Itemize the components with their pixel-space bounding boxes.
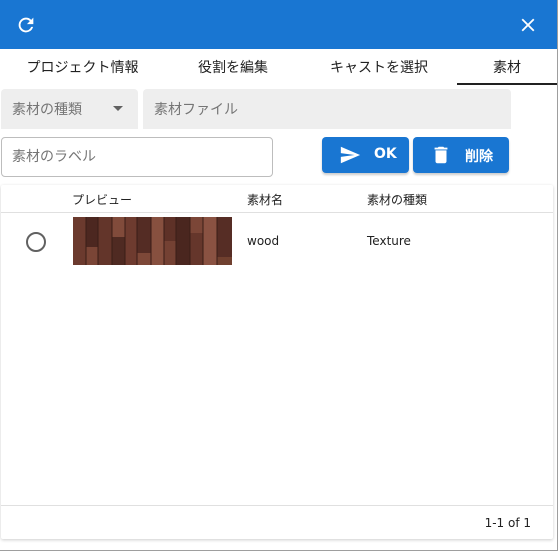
row-select-radio[interactable] bbox=[26, 232, 46, 252]
ok-button[interactable]: OK bbox=[322, 137, 409, 173]
dropdown-arrow-icon bbox=[113, 106, 123, 111]
tab-select-cast[interactable]: キャストを選択 bbox=[301, 49, 457, 85]
table-row[interactable]: wood Texture bbox=[1, 213, 553, 269]
wood-texture-thumbnail bbox=[73, 217, 232, 265]
tab-edit-roles[interactable]: 役割を編集 bbox=[165, 49, 301, 85]
tab-label: 素材 bbox=[493, 60, 521, 76]
material-type-cell: Texture bbox=[367, 234, 411, 248]
tab-project-info[interactable]: プロジェクト情報 bbox=[0, 49, 165, 85]
delete-button[interactable]: 削除 bbox=[413, 137, 509, 173]
column-header-preview[interactable]: プレビュー bbox=[72, 191, 132, 208]
tab-label: 役割を編集 bbox=[198, 60, 268, 76]
delete-button-label: 削除 bbox=[465, 149, 493, 165]
tab-bar: プロジェクト情報 役割を編集 キャストを選択 素材 bbox=[0, 49, 557, 85]
close-button[interactable] bbox=[513, 10, 543, 40]
pagination-text: 1-1 of 1 bbox=[484, 516, 531, 530]
table-header: プレビュー 素材名 素材の種類 bbox=[1, 185, 553, 213]
tab-label: プロジェクト情報 bbox=[26, 60, 139, 76]
materials-table: プレビュー 素材名 素材の種類 wood Texture 1-1 of 1 bbox=[1, 185, 553, 539]
material-name-cell: wood bbox=[247, 234, 280, 248]
table-footer: 1-1 of 1 bbox=[1, 505, 553, 539]
tab-label: キャストを選択 bbox=[330, 60, 428, 76]
tab-materials[interactable]: 素材 bbox=[457, 49, 557, 85]
send-icon bbox=[340, 146, 361, 164]
ok-button-label: OK bbox=[374, 146, 397, 162]
refresh-icon bbox=[18, 17, 34, 33]
column-header-type[interactable]: 素材の種類 bbox=[367, 191, 427, 208]
material-type-select[interactable]: 素材の種類 bbox=[1, 89, 138, 129]
material-file-placeholder: 素材ファイル bbox=[154, 102, 238, 118]
material-label-input[interactable] bbox=[1, 137, 273, 177]
material-type-placeholder: 素材の種類 bbox=[12, 102, 82, 118]
trash-icon bbox=[434, 146, 448, 164]
title-bar bbox=[0, 0, 557, 49]
dialog: プロジェクト情報 役割を編集 キャストを選択 素材 素材の種類 素材ファイル O… bbox=[0, 0, 558, 551]
material-file-input[interactable]: 素材ファイル bbox=[143, 89, 511, 129]
column-header-name[interactable]: 素材名 bbox=[247, 191, 283, 208]
refresh-button[interactable] bbox=[11, 10, 41, 40]
close-icon bbox=[521, 18, 535, 32]
